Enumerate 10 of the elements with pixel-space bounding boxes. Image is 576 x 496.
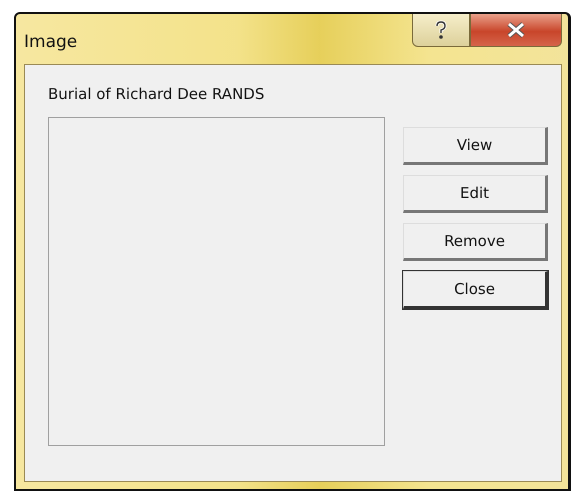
dialog-button[interactable]: Edit [403, 175, 548, 213]
help-button[interactable] [412, 14, 470, 47]
close-icon [506, 22, 526, 38]
window-title: Image [24, 32, 78, 52]
dialog-button[interactable]: View [403, 127, 548, 165]
dialog-button[interactable]: Remove [403, 223, 548, 261]
image-caption: Burial of Richard Dee RANDS [48, 85, 266, 103]
dialog-button[interactable]: Close [403, 271, 548, 309]
close-button[interactable] [470, 14, 562, 47]
help-icon [434, 20, 448, 40]
